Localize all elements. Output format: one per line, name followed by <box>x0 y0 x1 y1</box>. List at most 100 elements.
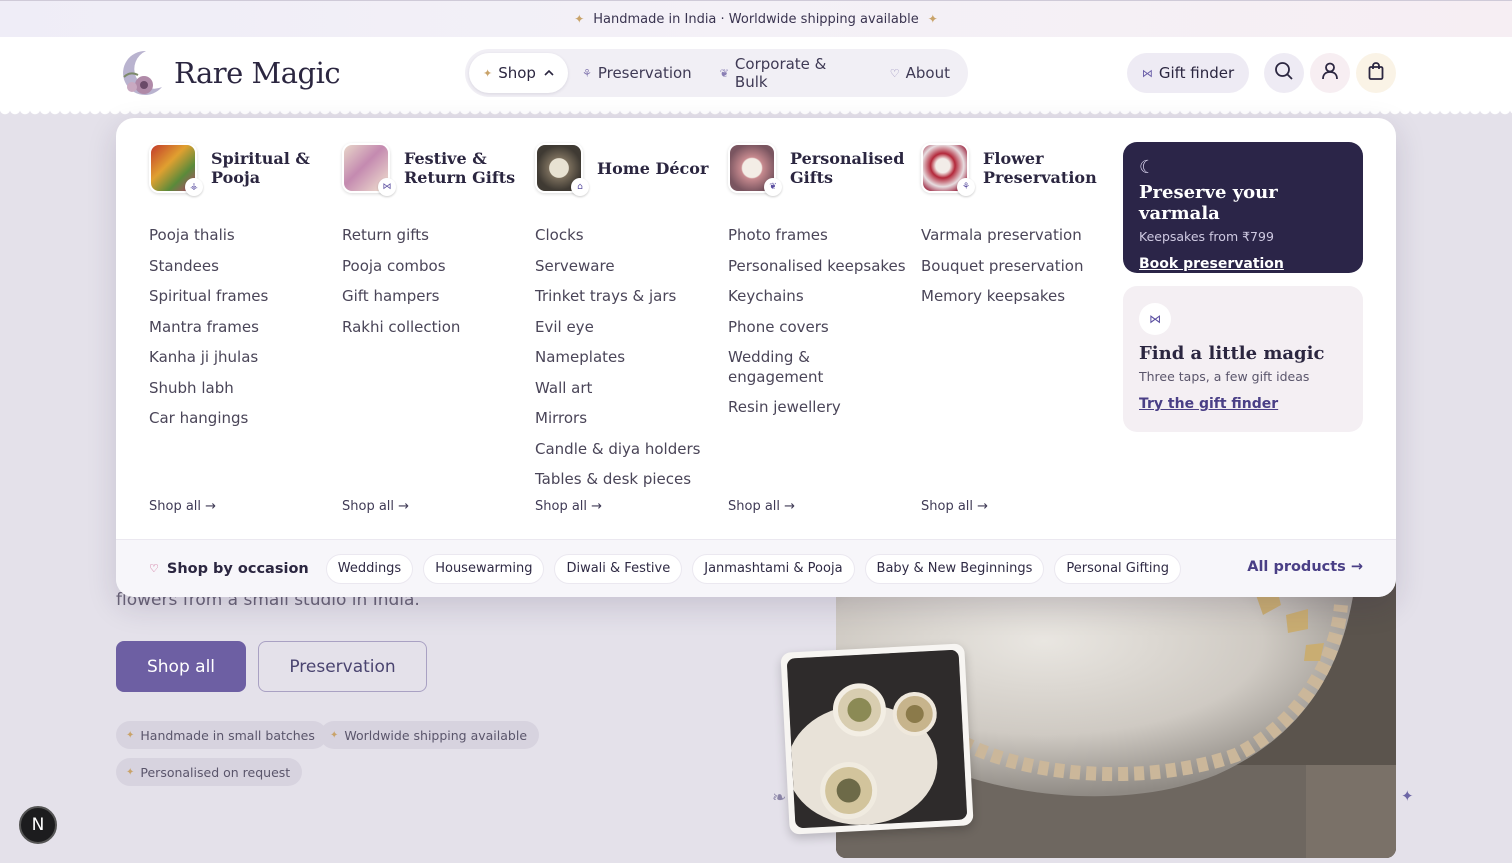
sparkle-icon: ✦ <box>330 729 339 741</box>
menu-link[interactable]: Pooja combos <box>342 257 527 277</box>
promo-title: Preserve your varmala <box>1139 182 1278 224</box>
menu-link[interactable]: Kanha ji jhulas <box>149 348 334 368</box>
column-title: Spiritual & Pooja <box>211 149 310 187</box>
shop-all-link[interactable]: Shop all → <box>149 499 216 514</box>
menu-link[interactable]: Mantra frames <box>149 318 334 338</box>
menu-link[interactable]: Spiritual frames <box>149 287 334 307</box>
menu-link[interactable]: Return gifts <box>342 226 527 246</box>
all-products-link[interactable]: All products → <box>1247 559 1363 575</box>
column-header[interactable]: ⚘ Flower Preservation <box>921 142 1106 196</box>
menu-link[interactable]: Mirrors <box>535 409 720 429</box>
account-button[interactable] <box>1310 53 1350 93</box>
category-thumbnail: ❦ <box>728 143 782 196</box>
flower-icon: ⚘ <box>581 66 592 80</box>
dev-tools-badge[interactable]: N <box>19 806 57 844</box>
occasion-label: ♡ Shop by occasion <box>149 560 309 577</box>
menu-column-flower-preservation: ⚘ Flower Preservation Varmala preservati… <box>921 142 1106 318</box>
menu-link[interactable]: Phone covers <box>728 318 913 338</box>
menu-column-spiritual: ⚶ Spiritual & Pooja Pooja thalis Standee… <box>149 142 334 440</box>
try-gift-finder-link[interactable]: Try the gift finder <box>1139 396 1347 412</box>
search-button[interactable] <box>1264 53 1304 93</box>
menu-link[interactable]: Tables & desk pieces <box>535 470 720 490</box>
announcement-bar: ✦ Handmade in India · Worldwide shipping… <box>0 0 1512 37</box>
shop-all-link[interactable]: Shop all → <box>728 499 795 514</box>
column-header[interactable]: ⚶ Spiritual & Pooja <box>149 142 334 196</box>
brand-name: Rare Magic <box>174 56 341 90</box>
promo-subtitle: Three taps, a few gift ideas <box>1139 369 1310 384</box>
book-preservation-link[interactable]: Book preservation <box>1139 256 1347 272</box>
shop-all-link[interactable]: Shop all → <box>535 499 602 514</box>
preserve-promo-card[interactable]: ☾ Preserve your varmala Keepsakes from ₹… <box>1123 142 1363 273</box>
badge-shipping: ✦ Worldwide shipping available <box>320 721 540 749</box>
column-title: Festive & Return Gifts <box>404 149 516 187</box>
occasion-chip-baby[interactable]: Baby & New Beginnings <box>864 553 1045 584</box>
menu-column-festive: ⋈ Festive & Return Gifts Return gifts Po… <box>342 142 527 348</box>
menu-link[interactable]: Personalised keepsakes <box>728 257 913 277</box>
menu-link[interactable]: Wedding & engagement <box>728 348 838 387</box>
menu-link[interactable]: Evil eye <box>535 318 720 338</box>
flower-icon: ⚘ <box>957 178 975 196</box>
column-title: Personalised Gifts <box>790 149 905 187</box>
column-header[interactable]: ⋈ Festive & Return Gifts <box>342 142 527 196</box>
brand-logo[interactable]: Rare Magic <box>116 47 341 99</box>
cart-button[interactable] <box>1356 53 1396 93</box>
sparkle-icon: ✦ <box>126 729 135 741</box>
menu-link[interactable]: Clocks <box>535 226 720 246</box>
promo-subtitle: Keepsakes from ₹799 <box>1139 229 1274 244</box>
category-thumbnail: ⚘ <box>921 143 975 196</box>
badge-personalised: ✦ Personalised on request <box>116 758 303 786</box>
preservation-button[interactable]: Preservation <box>258 641 427 692</box>
gift-finder-button[interactable]: ⋈ Gift finder <box>1127 53 1249 93</box>
menu-link[interactable]: Nameplates <box>535 348 720 368</box>
menu-link[interactable]: Standees <box>149 257 334 277</box>
leaf-icon: ❦ <box>764 178 782 196</box>
moon-icon: ☾ <box>1139 157 1156 178</box>
nav-shop[interactable]: ✦ Shop <box>469 53 568 93</box>
menu-link[interactable]: Trinket trays & jars <box>535 287 720 307</box>
menu-link[interactable]: Serveware <box>535 257 720 277</box>
menu-link[interactable]: Shubh labh <box>149 379 334 399</box>
nav-corporate[interactable]: ❦ Corporate & Bulk <box>706 53 876 93</box>
occasion-chip-janmashtami[interactable]: Janmashtami & Pooja <box>692 553 855 584</box>
shop-all-link[interactable]: Shop all → <box>921 499 988 514</box>
menu-link[interactable]: Gift hampers <box>342 287 527 307</box>
nav-about[interactable]: ♡ About <box>876 53 964 93</box>
gift-finder-promo-card[interactable]: ⋈ Find a little magic Three taps, a few … <box>1123 286 1363 432</box>
menu-link[interactable]: Candle & diya holders <box>535 440 720 460</box>
occasion-chip-weddings[interactable]: Weddings <box>325 553 414 584</box>
home-icon: ⌂ <box>571 178 589 196</box>
badge-handmade: ✦ Handmade in small batches <box>116 721 327 749</box>
menu-link[interactable]: Pooja thalis <box>149 226 334 246</box>
shop-all-button[interactable]: Shop all <box>116 641 246 692</box>
heart-icon: ♡ <box>889 66 900 80</box>
menu-link[interactable]: Resin jewellery <box>728 398 913 418</box>
site-header: Rare Magic ✦ Shop ⚘ Preservation ❦ Corpo… <box>0 37 1512 116</box>
main-nav: ✦ Shop ⚘ Preservation ❦ Corporate & Bulk… <box>465 49 968 97</box>
bow-icon: ⋈ <box>1141 66 1153 80</box>
occasion-chip-housewarming[interactable]: Housewarming <box>423 553 545 584</box>
shop-by-occasion-bar: ♡ Shop by occasion Weddings Housewarming… <box>116 539 1396 597</box>
promo-title: Find a little magic <box>1139 343 1325 364</box>
column-header[interactable]: ❦ Personalised Gifts <box>728 142 913 196</box>
sparkle-icon: ✦ <box>126 766 135 778</box>
nav-preservation[interactable]: ⚘ Preservation <box>568 53 706 93</box>
menu-link[interactable]: Car hangings <box>149 409 334 429</box>
menu-link[interactable]: Memory keepsakes <box>921 287 1106 307</box>
occasion-chip-personal[interactable]: Personal Gifting <box>1054 553 1182 584</box>
earrings-photo <box>780 643 974 835</box>
shop-all-link[interactable]: Shop all → <box>342 499 409 514</box>
sparkle-icon: ✦ <box>1401 787 1414 805</box>
menu-column-home-decor: ⌂ Home Décor Clocks Serveware Trinket tr… <box>535 142 720 501</box>
announcement-text: Handmade in India · Worldwide shipping a… <box>593 11 919 27</box>
menu-link[interactable]: Wall art <box>535 379 720 399</box>
menu-link[interactable]: Varmala preservation <box>921 226 1106 246</box>
menu-link[interactable]: Rakhi collection <box>342 318 527 338</box>
menu-link[interactable]: Photo frames <box>728 226 913 246</box>
menu-link[interactable]: Keychains <box>728 287 913 307</box>
menu-link[interactable]: Bouquet preservation <box>921 257 1106 277</box>
occasion-chip-diwali[interactable]: Diwali & Festive <box>554 553 683 584</box>
sparkle-icon: ✦ <box>574 12 585 26</box>
feather-icon: ❧ <box>772 788 787 808</box>
column-header[interactable]: ⌂ Home Décor <box>535 142 720 196</box>
user-icon <box>1320 61 1340 85</box>
